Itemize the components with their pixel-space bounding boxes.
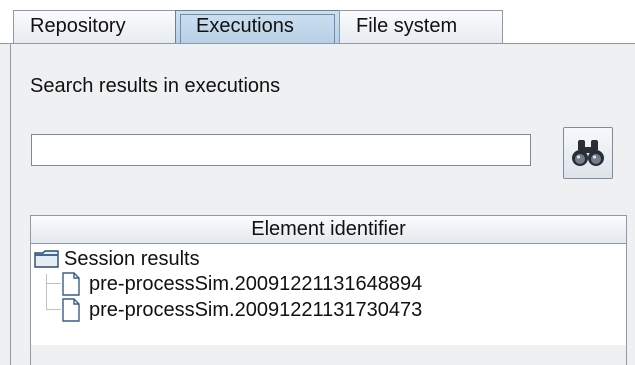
binoculars-icon — [572, 140, 604, 166]
tab-file-system-label: File system — [356, 15, 458, 37]
tree-item[interactable]: pre-processSim.20091221131730473 — [61, 297, 422, 323]
tree-connector-h2 — [46, 309, 61, 310]
tab-executions[interactable]: Executions — [175, 10, 340, 43]
tree-item-label: pre-processSim.20091221131648894 — [89, 272, 423, 295]
search-input[interactable] — [31, 134, 531, 166]
tab-executions-label: Executions — [196, 15, 294, 37]
file-icon — [62, 298, 80, 322]
tree-connector-h1 — [46, 283, 61, 284]
tree-item-label: pre-processSim.20091221131730473 — [89, 298, 423, 321]
table-footer-area — [31, 345, 626, 365]
tree-item[interactable]: pre-processSim.20091221131648894 — [61, 271, 422, 297]
tree-root-label: Session results — [64, 247, 200, 270]
results-table: Element identifier Session results pre-p… — [30, 215, 627, 365]
executions-panel: Search results in executions Element ide… — [0, 44, 635, 365]
tab-bar: Repository Executions File system — [0, 0, 635, 44]
search-button[interactable] — [563, 127, 613, 179]
tree-root-session-results[interactable]: Session results — [34, 246, 200, 272]
search-label: Search results in executions — [30, 75, 281, 97]
folder-icon — [34, 250, 59, 268]
column-header-element-identifier[interactable]: Element identifier — [31, 216, 626, 244]
file-icon — [62, 272, 80, 296]
executions-search-panel: Repository Executions File system Search… — [0, 0, 635, 365]
tab-file-system[interactable]: File system — [339, 10, 503, 43]
tab-repository-label: Repository — [30, 15, 126, 37]
tree-connector-vertical — [46, 274, 47, 310]
panel-border — [10, 44, 11, 365]
tab-repository[interactable]: Repository — [13, 10, 176, 43]
